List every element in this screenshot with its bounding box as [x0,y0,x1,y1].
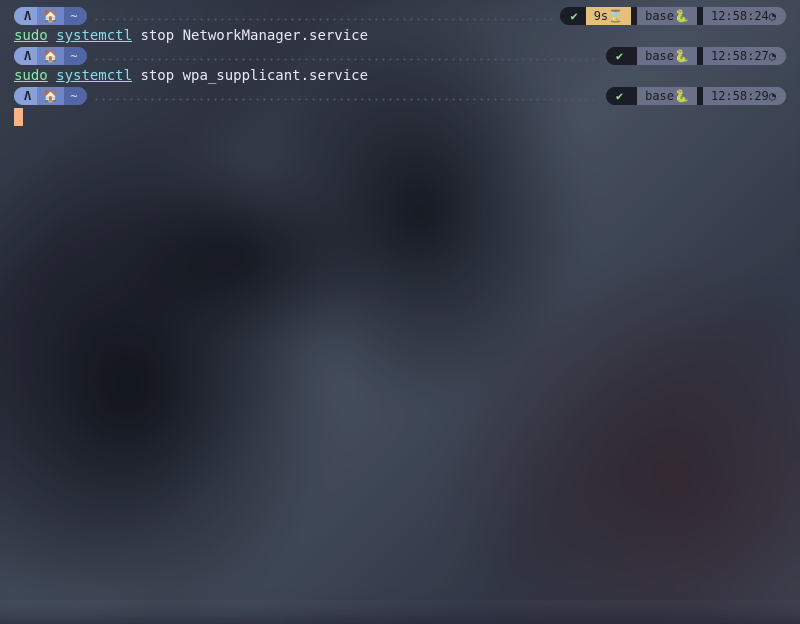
conda-env-segment: base 🐍 [637,47,697,65]
check-icon: ✔ [616,46,623,66]
command-line: sudo systemctl stop wpa_supplicant.servi… [14,66,786,86]
cwd-segment: ~ [64,7,87,25]
command-line: sudo systemctl stop NetworkManager.servi… [14,26,786,46]
right-prompt: ✔ base 🐍 12:58:29 ◔ [606,87,786,105]
input-line[interactable] [14,106,786,126]
prompt-line: Λ 🏠 ~ ✔ 9s ⌛ base 🐍 12:58:24 ◔ [14,6,786,26]
arch-icon: Λ [14,7,37,25]
clock-icon: ◔ [769,86,776,106]
command-args: stop wpa_supplicant.service [132,66,368,86]
prompt-line: Λ 🏠 ~ ✔ base 🐍 12:58:29 ◔ [14,86,786,106]
filler-dots [93,87,599,105]
left-prompt: Λ 🏠 ~ [14,87,87,105]
time-segment: 12:58:27 ◔ [703,47,786,65]
time-segment: 12:58:29 ◔ [703,87,786,105]
home-icon: 🏠 [37,7,64,25]
prompt-line: Λ 🏠 ~ ✔ base 🐍 12:58:27 ◔ [14,46,786,66]
duration-segment: 9s ⌛ [586,7,631,25]
conda-env-segment: base 🐍 [637,7,697,25]
home-icon: 🏠 [37,87,64,105]
filler-dots [93,47,599,65]
command-program: systemctl [56,26,132,46]
clock-icon: ◔ [769,6,776,26]
command-program: systemctl [56,66,132,86]
check-icon: ✔ [570,6,577,26]
cwd-segment: ~ [64,47,87,65]
python-icon: 🐍 [674,46,689,66]
cursor [14,108,23,126]
status-segment: ✔ [560,7,585,25]
check-icon: ✔ [616,86,623,106]
hourglass-icon: ⌛ [608,6,623,26]
home-icon: 🏠 [37,47,64,65]
command-args: stop NetworkManager.service [132,26,368,46]
cwd-segment: ~ [64,87,87,105]
status-segment: ✔ [606,87,631,105]
sudo-keyword: sudo [14,26,48,46]
right-prompt: ✔ base 🐍 12:58:27 ◔ [606,47,786,65]
python-icon: 🐍 [674,86,689,106]
sudo-keyword: sudo [14,66,48,86]
arch-icon: Λ [14,47,37,65]
terminal[interactable]: Λ 🏠 ~ ✔ 9s ⌛ base 🐍 12:58:24 ◔ sudo syst… [0,0,800,600]
status-segment: ✔ [606,47,631,65]
filler-dots [93,7,554,25]
time-segment: 12:58:24 ◔ [703,7,786,25]
clock-icon: ◔ [769,46,776,66]
left-prompt: Λ 🏠 ~ [14,47,87,65]
left-prompt: Λ 🏠 ~ [14,7,87,25]
python-icon: 🐍 [674,6,689,26]
right-prompt: ✔ 9s ⌛ base 🐍 12:58:24 ◔ [560,7,786,25]
arch-icon: Λ [14,87,37,105]
conda-env-segment: base 🐍 [637,87,697,105]
